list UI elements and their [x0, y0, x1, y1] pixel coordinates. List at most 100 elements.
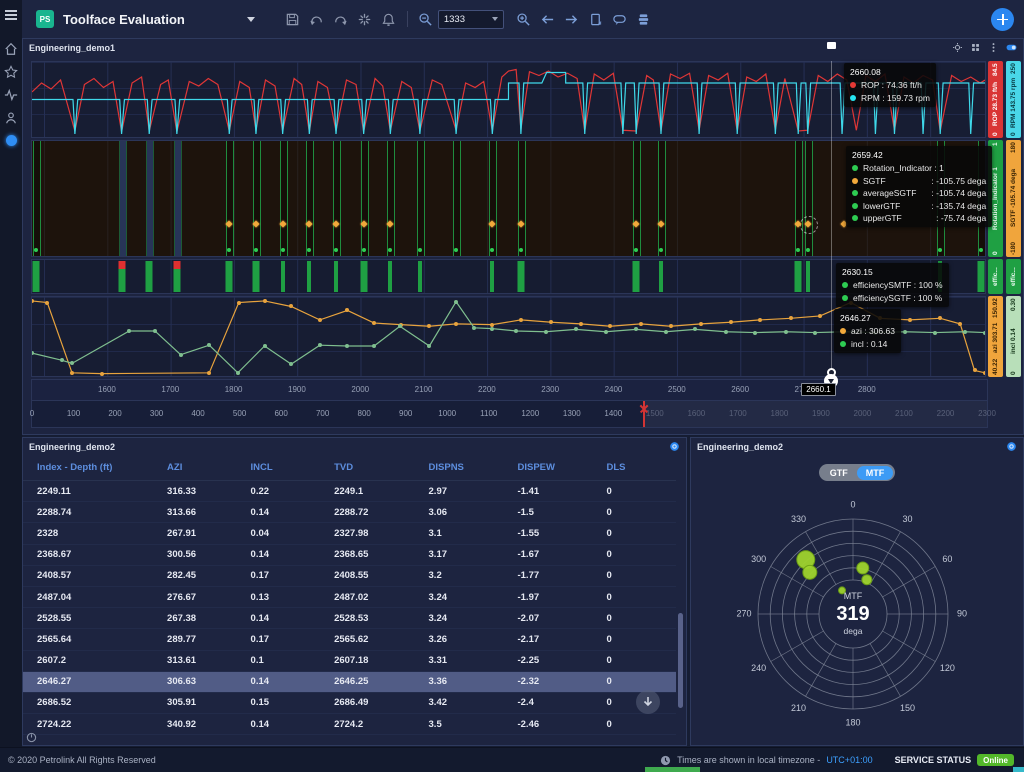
tooltip-label: azi : 306.63 [851, 326, 895, 336]
axis-tick: 2200 [478, 385, 496, 394]
table-row[interactable]: 2487.04276.670.132487.023.24-1.970 [23, 586, 676, 607]
column-header-index-depth-ft-[interactable]: Index - Depth (ft) [23, 455, 153, 481]
series-color-dot-icon [852, 190, 858, 196]
sidebar-item-activity[interactable] [0, 83, 22, 106]
efficiency-bar [795, 261, 802, 292]
scale-bar-text: 0incl 0.140.30 [1006, 296, 1021, 377]
toolface-point [857, 562, 869, 574]
tooltip-depth: 2630.15 [842, 267, 943, 277]
axis-tick: 2200 [937, 409, 955, 418]
navigate-forward-button[interactable] [560, 7, 584, 31]
link-sync-icon[interactable] [669, 441, 680, 452]
scroll-to-bottom-button[interactable] [636, 690, 660, 714]
menu-button[interactable] [0, 0, 22, 23]
sidebar-item-active[interactable] [0, 129, 22, 152]
toolface-rotation-track[interactable] [31, 140, 986, 257]
data-point-marker [427, 344, 431, 348]
survey-dot [307, 248, 311, 252]
scale-bar-value: effic... [992, 267, 999, 286]
table-cell: 2565.62 [320, 629, 414, 650]
gtf-mtf-toggle[interactable]: GTF MTF [819, 464, 895, 481]
table-cell: -2.07 [503, 608, 592, 629]
toggle-option-gtf[interactable]: GTF [821, 466, 857, 480]
table-row[interactable]: 2565.64289.770.172565.623.26-2.170 [23, 629, 676, 650]
table-row[interactable]: 2249.11316.330.222249.12.97-1.410 [23, 481, 676, 502]
spark-tools-button[interactable] [353, 7, 377, 31]
table-cell: 2249.11 [23, 481, 153, 502]
data-point-marker [289, 362, 293, 366]
data-point-marker [372, 344, 376, 348]
undo-button[interactable] [305, 7, 329, 31]
scale-bar-text: 0RPM 143.75 rpm250 [1006, 61, 1021, 138]
table-row[interactable]: 2328267.910.042327.983.1-1.550 [23, 523, 676, 544]
zoom-out-button[interactable] [414, 7, 438, 31]
axis-tick: 100 [67, 409, 80, 418]
data-point-marker [634, 327, 638, 331]
table-cell: 282.45 [153, 565, 237, 586]
crosshair-top-handle[interactable] [827, 42, 836, 49]
comments-button[interactable] [608, 7, 632, 31]
sidebar-item-user[interactable] [0, 106, 22, 129]
polar-angle-label: 300 [751, 554, 766, 564]
notifications-button[interactable] [377, 7, 401, 31]
table-row[interactable]: 2408.57282.450.172408.553.2-1.770 [23, 565, 676, 586]
depth-axis[interactable]: 1600170018001900200021002200230024002500… [31, 379, 988, 401]
column-header-tvd[interactable]: TVD [320, 455, 414, 481]
table-cell: -1.67 [503, 544, 592, 565]
column-header-dls[interactable]: DLS [592, 455, 676, 481]
save-button[interactable] [281, 7, 305, 31]
polar-angle-label: 180 [845, 717, 860, 727]
device-preview-button[interactable] [584, 7, 608, 31]
add-button[interactable] [991, 8, 1014, 31]
axis-tick: 2000 [854, 409, 872, 418]
column-header-incl[interactable]: INCL [237, 455, 321, 481]
table-cell: 3.5 [415, 714, 504, 735]
table-row[interactable]: 2368.67300.560.142368.653.17-1.670 [23, 544, 676, 565]
overview-drag-handle[interactable] [643, 401, 645, 427]
depth-crosshair[interactable] [831, 61, 832, 379]
survey-stripe [306, 141, 314, 256]
overview-range-axis[interactable]: 0100200300400500600700800900100011001200… [31, 400, 988, 428]
toggle-option-mtf[interactable]: MTF [857, 466, 894, 480]
data-point-marker [318, 318, 322, 322]
series-color-dot-icon [850, 82, 856, 88]
data-layers-button[interactable] [632, 7, 656, 31]
table-cell: 0 [592, 714, 676, 735]
table-cell: 0.14 [237, 714, 321, 735]
table-row[interactable]: 2686.52305.910.152686.493.42-2.40 [23, 692, 676, 713]
link-sync-icon[interactable] [1006, 441, 1017, 452]
column-header-dispew[interactable]: DISPEW [503, 455, 592, 481]
table-cell: -1.41 [503, 481, 592, 502]
table-row[interactable]: 2528.55267.380.142528.533.24-2.070 [23, 608, 676, 629]
table-scrollbar[interactable] [678, 613, 683, 708]
zoom-level-select[interactable]: 1333 [438, 10, 504, 29]
table-row[interactable]: 2724.22340.920.142724.23.5-2.460 [23, 714, 676, 735]
column-header-azi[interactable]: AZI [153, 455, 237, 481]
sidebar-item-home[interactable] [0, 37, 22, 60]
data-point-marker [789, 316, 793, 320]
timezone-value[interactable]: UTC+01:00 [826, 755, 872, 765]
rop-rpm-track[interactable] [31, 61, 986, 138]
efficiency-bar [173, 261, 180, 292]
tooltip-row: efficiencySMTF : 100 % [842, 280, 943, 290]
navigate-back-button[interactable] [536, 7, 560, 31]
sidebar-item-favorites[interactable] [0, 60, 22, 83]
zoom-in-button[interactable] [512, 7, 536, 31]
table-row[interactable]: 2646.27306.630.142646.253.36-2.320 [23, 671, 676, 692]
clock-icon [660, 755, 671, 766]
table-row[interactable]: 2607.2313.610.12607.183.31-2.250 [23, 650, 676, 671]
polar-center-label: MTF [844, 591, 863, 601]
table-row[interactable]: 2288.74313.660.142288.723.06-1.50 [23, 502, 676, 523]
survey-stripe [633, 141, 641, 256]
title-dropdown-caret[interactable] [247, 17, 255, 22]
survey-table: Index - Depth (ft)AZIINCLTVDDISPNSDISPEW… [23, 455, 676, 735]
column-header-dispns[interactable]: DISPNS [415, 455, 504, 481]
table-cell: 3.36 [415, 671, 504, 692]
data-point-marker [207, 343, 211, 347]
redo-button[interactable] [329, 7, 353, 31]
table-cell: -1.97 [503, 586, 592, 607]
toolface-polar-chart[interactable]: 0306090120150180210240270300330MTF319deg… [733, 494, 973, 734]
table-cell: 0 [592, 671, 676, 692]
series-color-dot-icon [850, 95, 856, 101]
survey-stripe [489, 141, 497, 256]
